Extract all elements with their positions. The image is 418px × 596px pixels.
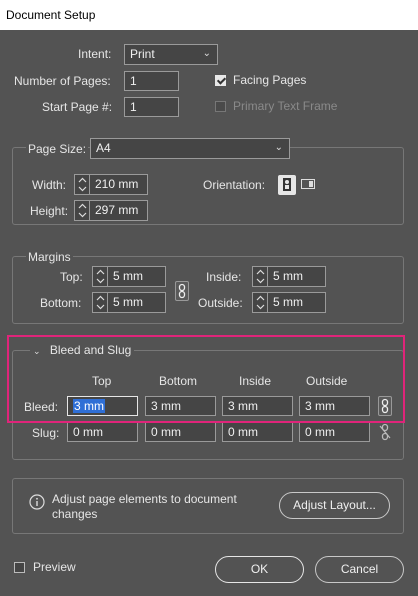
spin-arrows-icon[interactable] — [93, 267, 108, 286]
margins-group — [12, 256, 404, 324]
margin-top-label: Top: — [60, 270, 83, 284]
window-title: Document Setup — [6, 8, 96, 22]
facing-pages-checkbox[interactable] — [215, 75, 226, 86]
margin-outside-field[interactable]: 5 mm — [252, 292, 326, 313]
margin-inside-label: Inside: — [206, 270, 242, 284]
start-page-field[interactable]: 1 — [124, 97, 179, 117]
margin-bottom-value: 5 mm — [113, 295, 143, 309]
primary-text-frame-label: Primary Text Frame — [233, 99, 338, 113]
margin-outside-value: 5 mm — [273, 295, 303, 309]
chevron-down-icon: ⌄ — [202, 48, 211, 59]
margin-bottom-field[interactable]: 5 mm — [92, 292, 166, 313]
margin-bottom-label: Bottom: — [40, 296, 82, 310]
number-of-pages-field[interactable]: 1 — [124, 71, 179, 91]
margin-inside-field[interactable]: 5 mm — [252, 266, 326, 287]
facing-pages-label: Facing Pages — [233, 73, 307, 87]
info-text: Adjust page elements to document changes — [52, 492, 237, 521]
orientation-label: Orientation: — [203, 178, 266, 192]
chain-link-icon — [178, 283, 186, 299]
portrait-icon[interactable] — [278, 175, 296, 195]
margin-top-field[interactable]: 5 mm — [92, 266, 166, 287]
width-label: Width: — [32, 178, 67, 192]
start-page-label: Start Page #: — [42, 100, 113, 114]
height-value: 297 mm — [95, 203, 139, 217]
margins-link-button[interactable] — [175, 281, 189, 301]
spin-arrows-icon[interactable] — [75, 201, 90, 220]
page-size-label: Page Size: — [26, 142, 89, 156]
intent-select[interactable]: Print ⌄ — [124, 44, 218, 65]
cancel-button[interactable]: Cancel — [315, 556, 404, 583]
spin-arrows-icon[interactable] — [93, 293, 108, 312]
spin-arrows-icon[interactable] — [253, 293, 268, 312]
adjust-layout-button[interactable]: Adjust Layout... — [279, 492, 390, 519]
slug-top-field[interactable]: 0 mm — [67, 422, 138, 442]
height-label: Height: — [30, 204, 69, 218]
slug-link-button[interactable] — [378, 422, 392, 442]
broken-chain-icon — [379, 423, 391, 441]
info-icon — [29, 494, 45, 510]
spin-arrows-icon[interactable] — [75, 175, 90, 194]
margin-inside-value: 5 mm — [273, 269, 303, 283]
spin-arrows-icon[interactable] — [253, 267, 268, 286]
page-size-select[interactable]: A4 ⌄ — [90, 138, 290, 159]
preview-checkbox[interactable] — [14, 562, 25, 573]
width-field[interactable]: 210 mm — [74, 174, 148, 195]
landscape-icon[interactable] — [300, 175, 316, 193]
margins-title: Margins — [26, 250, 73, 264]
slug-label: Slug: — [32, 426, 60, 440]
preview-label: Preview — [33, 560, 76, 574]
margin-outside-label: Outside: — [198, 296, 243, 310]
title-bar: Document Setup — [0, 0, 418, 30]
number-of-pages-label: Number of Pages: — [14, 74, 111, 88]
width-value: 210 mm — [95, 177, 139, 191]
margin-top-value: 5 mm — [113, 269, 143, 283]
intent-label: Intent: — [78, 47, 112, 61]
height-field[interactable]: 297 mm — [74, 200, 148, 221]
ok-button[interactable]: OK — [215, 556, 304, 583]
highlight-box — [7, 335, 405, 423]
intent-value: Print — [130, 47, 155, 61]
chevron-down-icon: ⌄ — [274, 142, 283, 153]
page-size-value: A4 — [96, 141, 111, 155]
slug-outside-field[interactable]: 0 mm — [299, 422, 370, 442]
slug-inside-field[interactable]: 0 mm — [222, 422, 293, 442]
slug-bottom-field[interactable]: 0 mm — [145, 422, 216, 442]
primary-text-frame-checkbox[interactable] — [215, 101, 226, 112]
